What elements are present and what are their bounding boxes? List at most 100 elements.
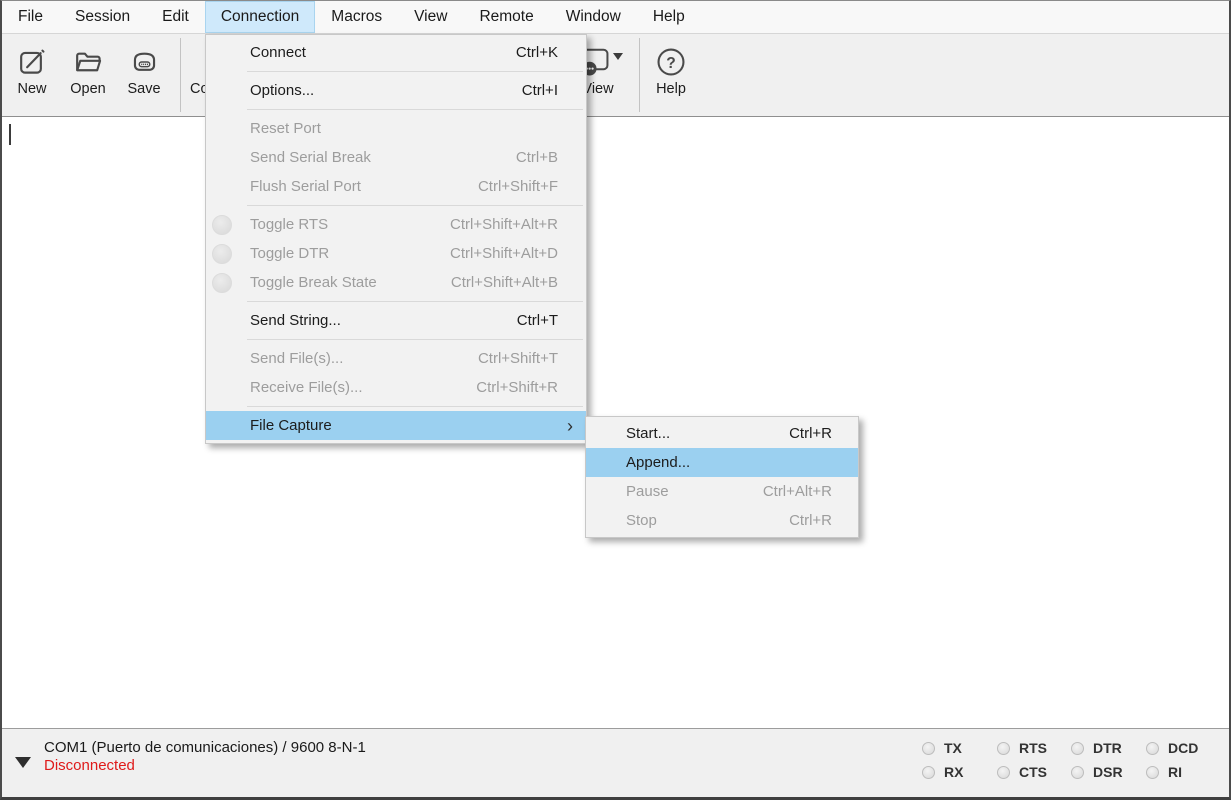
menubar-item-file[interactable]: File [2, 1, 59, 33]
menu-item-label: Toggle DTR [250, 245, 329, 262]
led-label: RI [1168, 764, 1182, 780]
menu-item-options[interactable]: Options... Ctrl+I [206, 76, 586, 105]
port-selector-button[interactable] [13, 754, 35, 772]
menu-separator [247, 406, 583, 407]
menu-separator [247, 205, 583, 206]
led-group-dcd-ri: DCD RI [1146, 736, 1198, 784]
menu-separator [247, 71, 583, 72]
led-rx [922, 766, 935, 779]
led-label: DSR [1093, 764, 1123, 780]
menubar-item-session[interactable]: Session [59, 1, 146, 33]
led-ri [1146, 766, 1159, 779]
menu-item-shortcut: Ctrl+Shift+Alt+D [430, 245, 558, 262]
menu-item-shortcut: Ctrl+K [496, 44, 558, 61]
file-capture-submenu: Start... Ctrl+R Append... Pause Ctrl+Alt… [585, 416, 859, 538]
submenu-item-stop: Stop Ctrl+R [586, 506, 858, 535]
menu-item-label: Stop [626, 512, 657, 529]
menu-item-shortcut: Ctrl+Alt+R [743, 483, 832, 500]
menu-item-reset-port: Reset Port [206, 114, 586, 143]
connection-status: Disconnected [44, 757, 366, 775]
toolbar-button-label: Save [127, 81, 160, 97]
menu-item-file-capture[interactable]: File Capture › [206, 411, 586, 440]
menu-item-toggle-break-state: Toggle Break State Ctrl+Shift+Alt+B [206, 268, 586, 297]
menu-separator [247, 301, 583, 302]
menu-item-label: Connect [250, 44, 306, 61]
menu-item-send-string[interactable]: Send String... Ctrl+T [206, 306, 586, 335]
menu-item-label: Send Serial Break [250, 149, 371, 166]
menu-item-shortcut: Ctrl+Shift+T [458, 350, 558, 367]
port-info: COM1 (Puerto de comunicaciones) / 9600 8… [44, 739, 366, 757]
connection-info: COM1 (Puerto de comunicaciones) / 9600 8… [44, 739, 366, 775]
chevron-down-icon [613, 53, 623, 60]
svg-text:?: ? [666, 55, 676, 72]
toolbar-save-button[interactable]: Save [114, 34, 174, 116]
led-label: DCD [1168, 740, 1198, 756]
led-group-dtr-dsr: DTR DSR [1071, 736, 1123, 784]
menu-item-label: Pause [626, 483, 669, 500]
toolbar-button-label: New [17, 81, 46, 97]
led-dsr [1071, 766, 1084, 779]
led-cts [997, 766, 1010, 779]
submenu-item-append[interactable]: Append... [586, 448, 858, 477]
menu-item-label: Toggle Break State [250, 274, 377, 291]
chevron-down-icon [15, 757, 31, 768]
led-tx [922, 742, 935, 755]
menu-item-flush-serial-port: Flush Serial Port Ctrl+Shift+F [206, 172, 586, 201]
help-icon: ? [656, 45, 686, 79]
toolbar-help-button[interactable]: ? Help [644, 34, 698, 116]
led-dcd [1146, 742, 1159, 755]
menubar-item-macros[interactable]: Macros [315, 1, 398, 33]
led-group-rts-cts: RTS CTS [997, 736, 1047, 784]
toggle-indicator-icon [212, 273, 232, 293]
toggle-indicator-icon [212, 244, 232, 264]
open-folder-icon [73, 45, 104, 79]
menu-item-shortcut: Ctrl+B [496, 149, 558, 166]
toolbar-new-button[interactable]: New [4, 34, 60, 116]
menu-item-shortcut: Ctrl+R [769, 425, 832, 442]
toolbar-button-label: View [582, 81, 613, 97]
menu-item-toggle-rts: Toggle RTS Ctrl+Shift+Alt+R [206, 210, 586, 239]
menu-item-label: Reset Port [250, 120, 321, 137]
toolbar-separator [639, 38, 640, 112]
menu-item-shortcut: Ctrl+Shift+F [458, 178, 558, 195]
submenu-arrow-icon: › [567, 417, 573, 435]
toolbar-open-button[interactable]: Open [60, 34, 116, 116]
menubar-item-window[interactable]: Window [550, 1, 637, 33]
menu-item-shortcut: Ctrl+R [769, 512, 832, 529]
toolbar-button-label: Help [656, 81, 686, 97]
menubar-item-edit[interactable]: Edit [146, 1, 205, 33]
menu-item-toggle-dtr: Toggle DTR Ctrl+Shift+Alt+D [206, 239, 586, 268]
status-bar: COM1 (Puerto de comunicaciones) / 9600 8… [2, 728, 1229, 798]
menu-item-send-files: Send File(s)... Ctrl+Shift+T [206, 344, 586, 373]
menubar-item-help[interactable]: Help [637, 1, 701, 33]
menu-item-shortcut: Ctrl+Shift+Alt+B [431, 274, 558, 291]
toolbar-separator [180, 38, 181, 112]
led-label: DTR [1093, 740, 1122, 756]
led-label: TX [944, 740, 962, 756]
submenu-item-pause: Pause Ctrl+Alt+R [586, 477, 858, 506]
menu-bar: File Session Edit Connection Macros View… [2, 1, 1229, 34]
toolbar-button-label: Open [70, 81, 105, 97]
led-label: RTS [1019, 740, 1047, 756]
menu-item-label: File Capture [250, 417, 332, 434]
menu-item-shortcut: Ctrl+T [497, 312, 558, 329]
menu-item-send-serial-break: Send Serial Break Ctrl+B [206, 143, 586, 172]
menu-item-shortcut: Ctrl+Shift+Alt+R [430, 216, 558, 233]
menubar-item-connection[interactable]: Connection [205, 1, 315, 33]
menubar-item-view[interactable]: View [398, 1, 463, 33]
toggle-indicator-icon [212, 215, 232, 235]
new-document-icon [17, 45, 48, 79]
menubar-item-remote[interactable]: Remote [463, 1, 549, 33]
led-dtr [1071, 742, 1084, 755]
menu-item-shortcut: Ctrl+I [502, 82, 558, 99]
submenu-item-start[interactable]: Start... Ctrl+R [586, 419, 858, 448]
menu-item-label: Flush Serial Port [250, 178, 361, 195]
menu-item-label: Append... [626, 454, 690, 471]
menu-item-label: Options... [250, 82, 314, 99]
connection-menu: Connect Ctrl+K Options... Ctrl+I Reset P… [205, 34, 587, 444]
toolbar: New Open Save [2, 34, 1229, 117]
text-cursor [9, 124, 11, 145]
save-drive-icon [129, 45, 160, 79]
led-rts [997, 742, 1010, 755]
menu-item-connect[interactable]: Connect Ctrl+K [206, 38, 586, 67]
